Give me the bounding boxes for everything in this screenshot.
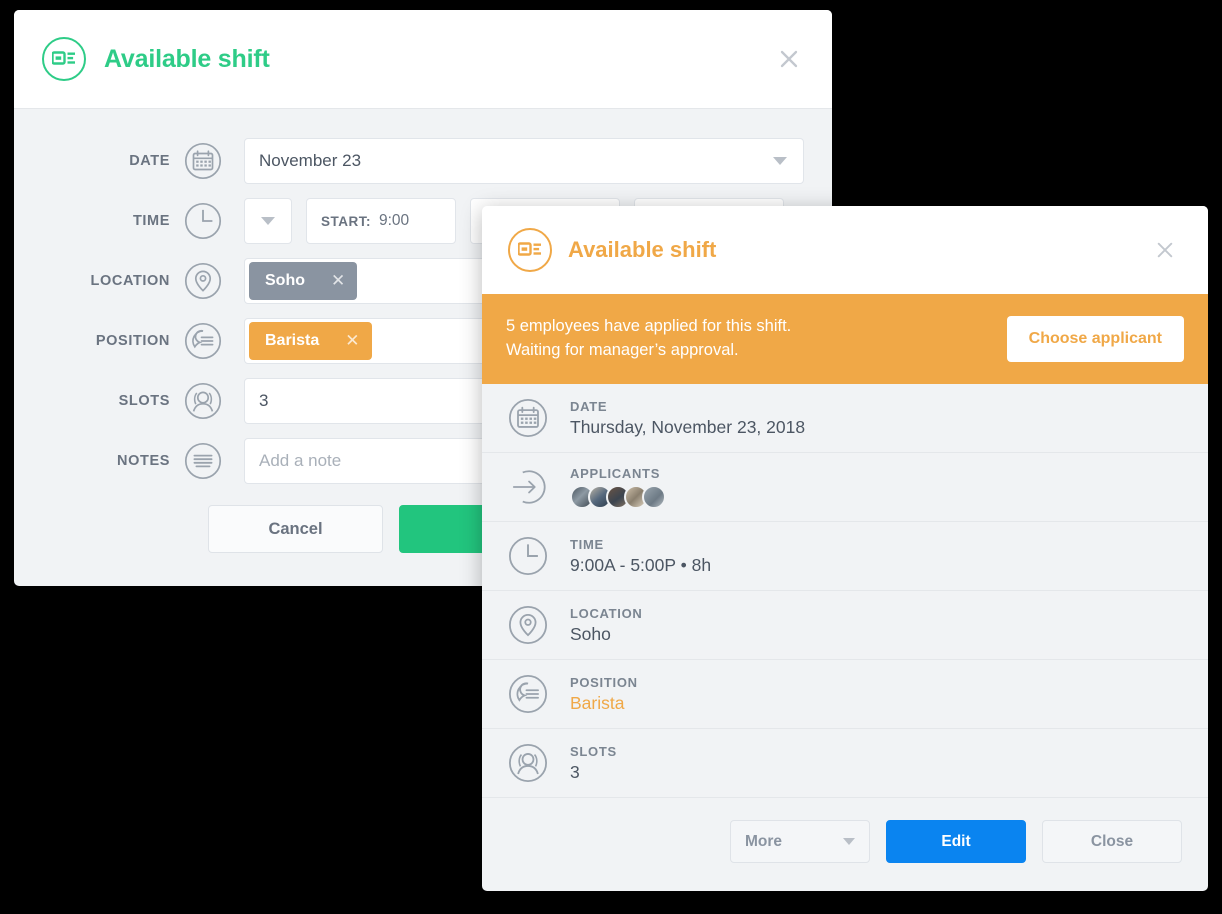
detail-row-location: LOCATION Soho	[482, 591, 1208, 660]
detail-label: SLOTS	[570, 743, 617, 759]
banner-text: 5 employees have applied for this shift.…	[506, 315, 791, 363]
location-pin-icon	[508, 605, 548, 645]
chevron-down-icon[interactable]	[773, 157, 787, 165]
detail-text: LOCATION Soho	[570, 606, 643, 645]
available-shift-logo-icon	[42, 37, 86, 81]
clock-icon	[508, 536, 548, 576]
clock-icon	[184, 202, 222, 240]
detail-label: LOCATION	[570, 605, 643, 621]
time-start-label: START:	[321, 213, 371, 229]
position-input[interactable]: Barista ✕	[244, 318, 489, 364]
time-mode-dropdown[interactable]	[244, 198, 292, 244]
edit-button[interactable]: Edit	[886, 820, 1026, 863]
position-label: POSITION	[95, 333, 170, 349]
choose-applicant-button[interactable]: Choose applicant	[1006, 316, 1184, 362]
available-shift-view-dialog: Available shift 5 employees have applied…	[482, 206, 1208, 891]
cancel-button[interactable]: Cancel	[208, 505, 383, 553]
slots-label: SLOTS	[118, 393, 170, 409]
detail-text: POSITION Barista	[570, 675, 638, 714]
location-chip[interactable]: Soho ✕	[249, 262, 358, 300]
person-icon	[184, 382, 222, 420]
time-label: TIME	[132, 213, 170, 229]
detail-value: Thursday, November 23, 2018	[570, 416, 806, 437]
detail-label: POSITION	[570, 674, 638, 690]
location-label: LOCATION	[90, 273, 170, 289]
location-input[interactable]: Soho ✕	[244, 258, 489, 304]
sign-in-arrow-icon	[508, 467, 548, 507]
chevron-down-icon[interactable]	[843, 838, 855, 845]
position-chip-label: Barista	[265, 332, 320, 349]
close-button[interactable]: Close	[1042, 820, 1182, 863]
banner-line-1: 5 employees have applied for this shift.	[506, 317, 792, 336]
chevron-down-icon[interactable]	[261, 217, 275, 225]
close-icon[interactable]: ✕	[345, 331, 359, 351]
screenshot-stage: Available shift DATE November 23 TIME ST…	[0, 0, 1222, 914]
detail-label: TIME	[570, 536, 604, 552]
applicant-avatars	[570, 484, 666, 509]
edit-dialog-title: Available shift	[104, 44, 270, 73]
view-dialog-footer: More Edit Close	[482, 798, 1208, 885]
calendar-icon	[508, 398, 548, 438]
time-start-value: 9:00	[379, 212, 410, 229]
date-value: November 23	[259, 151, 362, 170]
banner-line-2: Waiting for manager’s approval.	[506, 341, 739, 359]
detail-row-applicants: APPLICANTS	[482, 453, 1208, 522]
form-row-date: DATE November 23	[14, 131, 832, 191]
person-icon	[508, 743, 548, 783]
close-icon[interactable]	[1152, 237, 1178, 263]
detail-text: APPLICANTS	[570, 465, 666, 509]
slots-value: 3	[259, 391, 269, 410]
position-badge-icon	[184, 322, 222, 360]
notes-placeholder: Add a note	[259, 451, 342, 470]
notes-lines-icon	[184, 442, 222, 480]
detail-label: DATE	[570, 398, 608, 414]
notes-label: NOTES	[117, 453, 170, 469]
available-shift-logo-icon	[508, 228, 552, 272]
detail-row-slots: SLOTS 3	[482, 729, 1208, 798]
detail-value: Soho	[570, 623, 611, 644]
close-icon[interactable]: ✕	[331, 271, 345, 291]
detail-row-time: TIME 9:00A - 5:00P • 8h	[482, 522, 1208, 591]
detail-label: APPLICANTS	[570, 465, 661, 481]
view-dialog-title: Available shift	[568, 237, 717, 262]
location-chip-label: Soho	[265, 272, 305, 289]
detail-text: TIME 9:00A - 5:00P • 8h	[570, 537, 711, 576]
edit-dialog-header: Available shift	[14, 10, 832, 109]
location-pin-icon	[184, 262, 222, 300]
detail-text: SLOTS 3	[570, 744, 617, 783]
date-input[interactable]: November 23	[244, 138, 804, 184]
detail-value: 3	[570, 761, 580, 782]
applicants-banner: 5 employees have applied for this shift.…	[482, 294, 1208, 384]
date-label: DATE	[129, 153, 170, 169]
position-badge-icon	[508, 674, 548, 714]
calendar-icon	[184, 142, 222, 180]
avatar[interactable]	[642, 484, 666, 509]
detail-row-position: POSITION Barista	[482, 660, 1208, 729]
detail-text: DATE Thursday, November 23, 2018	[570, 399, 805, 438]
date-fields: November 23	[244, 138, 804, 184]
detail-value: Barista	[570, 692, 625, 713]
more-dropdown-button[interactable]: More	[730, 820, 870, 863]
detail-row-date: DATE Thursday, November 23, 2018	[482, 384, 1208, 453]
view-dialog-header: Available shift	[482, 206, 1208, 294]
time-start-input[interactable]: START: 9:00	[306, 198, 456, 244]
position-chip[interactable]: Barista ✕	[249, 322, 372, 360]
detail-value: 9:00A - 5:00P • 8h	[570, 554, 712, 575]
close-icon[interactable]	[776, 46, 802, 72]
more-label: More	[745, 832, 783, 850]
